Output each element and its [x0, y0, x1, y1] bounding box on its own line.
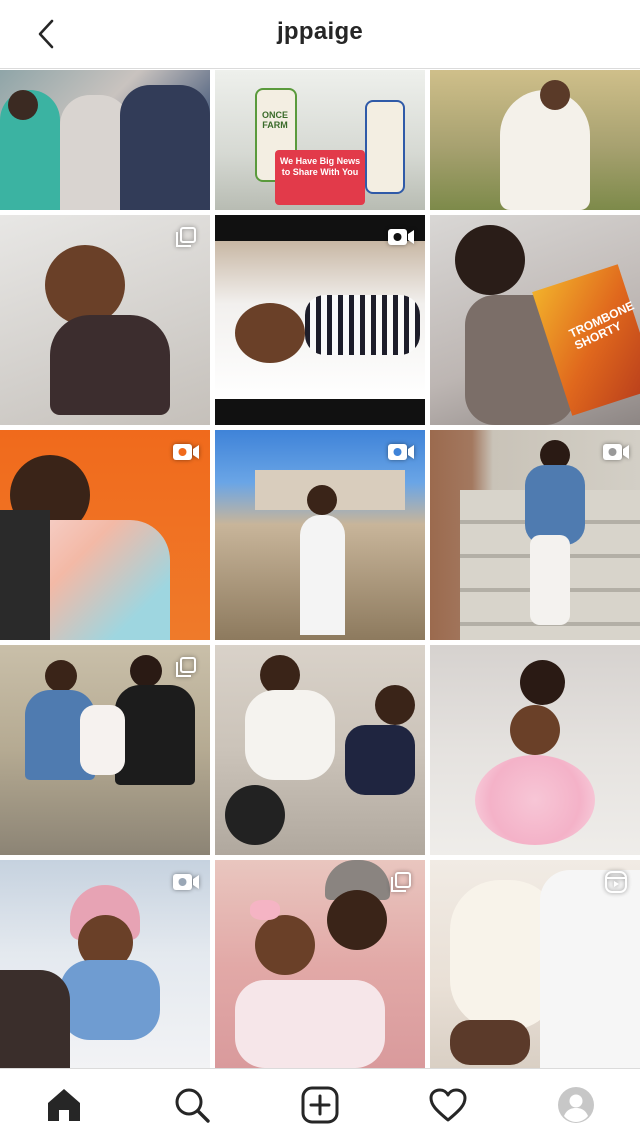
post-7-girl-orange-wall[interactable] — [0, 430, 210, 640]
post-15-father-holding-baby[interactable] — [430, 860, 640, 1068]
new-post-tab[interactable] — [298, 1083, 342, 1127]
profile-username-title[interactable]: jppaige — [0, 18, 640, 46]
post-5-girl-striped-shirt[interactable] — [215, 215, 425, 425]
post-3-mother-and-baby-field[interactable] — [430, 70, 640, 210]
post-2-once-upon-a-farm[interactable]: ONCE FARM We Have Big News to Share With… — [215, 70, 425, 210]
post-12-mother-daughter-tutu[interactable] — [430, 645, 640, 855]
post-4-girl-with-fairy-lights[interactable] — [0, 215, 210, 425]
heart-icon — [429, 1088, 467, 1122]
activity-tab[interactable] — [426, 1083, 470, 1127]
search-icon — [175, 1088, 210, 1123]
home-tab[interactable] — [42, 1083, 86, 1127]
home-icon — [48, 1089, 80, 1121]
top-header: jppaige — [0, 0, 640, 69]
reel-icon — [602, 870, 630, 894]
post-9-mother-daughter-steps[interactable] — [430, 430, 640, 640]
plus-square-icon — [301, 1086, 339, 1124]
post-6-mother-reading-book[interactable]: TROMBONE SHORTY — [430, 215, 640, 425]
video-icon — [172, 870, 200, 894]
profile-tab[interactable] — [554, 1083, 598, 1127]
post-10-family-sitting[interactable] — [0, 645, 210, 855]
carousel-icon — [387, 870, 415, 894]
video-icon — [602, 440, 630, 464]
post-8-boy-in-field[interactable] — [215, 430, 425, 640]
post-13-girl-pink-beanie[interactable] — [0, 860, 210, 1068]
post-2-label: ONCE FARM — [261, 110, 288, 130]
posts-grid: ONCE FARM We Have Big News to Share With… — [0, 70, 640, 1068]
search-tab[interactable] — [170, 1083, 214, 1127]
video-icon — [387, 440, 415, 464]
carousel-icon — [172, 225, 200, 249]
post-2-caption: We Have Big News to Share With You — [279, 156, 361, 177]
carousel-icon — [172, 655, 200, 679]
video-icon — [172, 440, 200, 464]
post-11-mother-son-couch[interactable] — [215, 645, 425, 855]
video-icon — [387, 225, 415, 249]
bottom-tab-bar — [0, 1068, 640, 1138]
post-14-father-daughter[interactable] — [215, 860, 425, 1068]
post-1-family-in-masks[interactable] — [0, 70, 210, 210]
avatar-icon — [558, 1087, 594, 1123]
